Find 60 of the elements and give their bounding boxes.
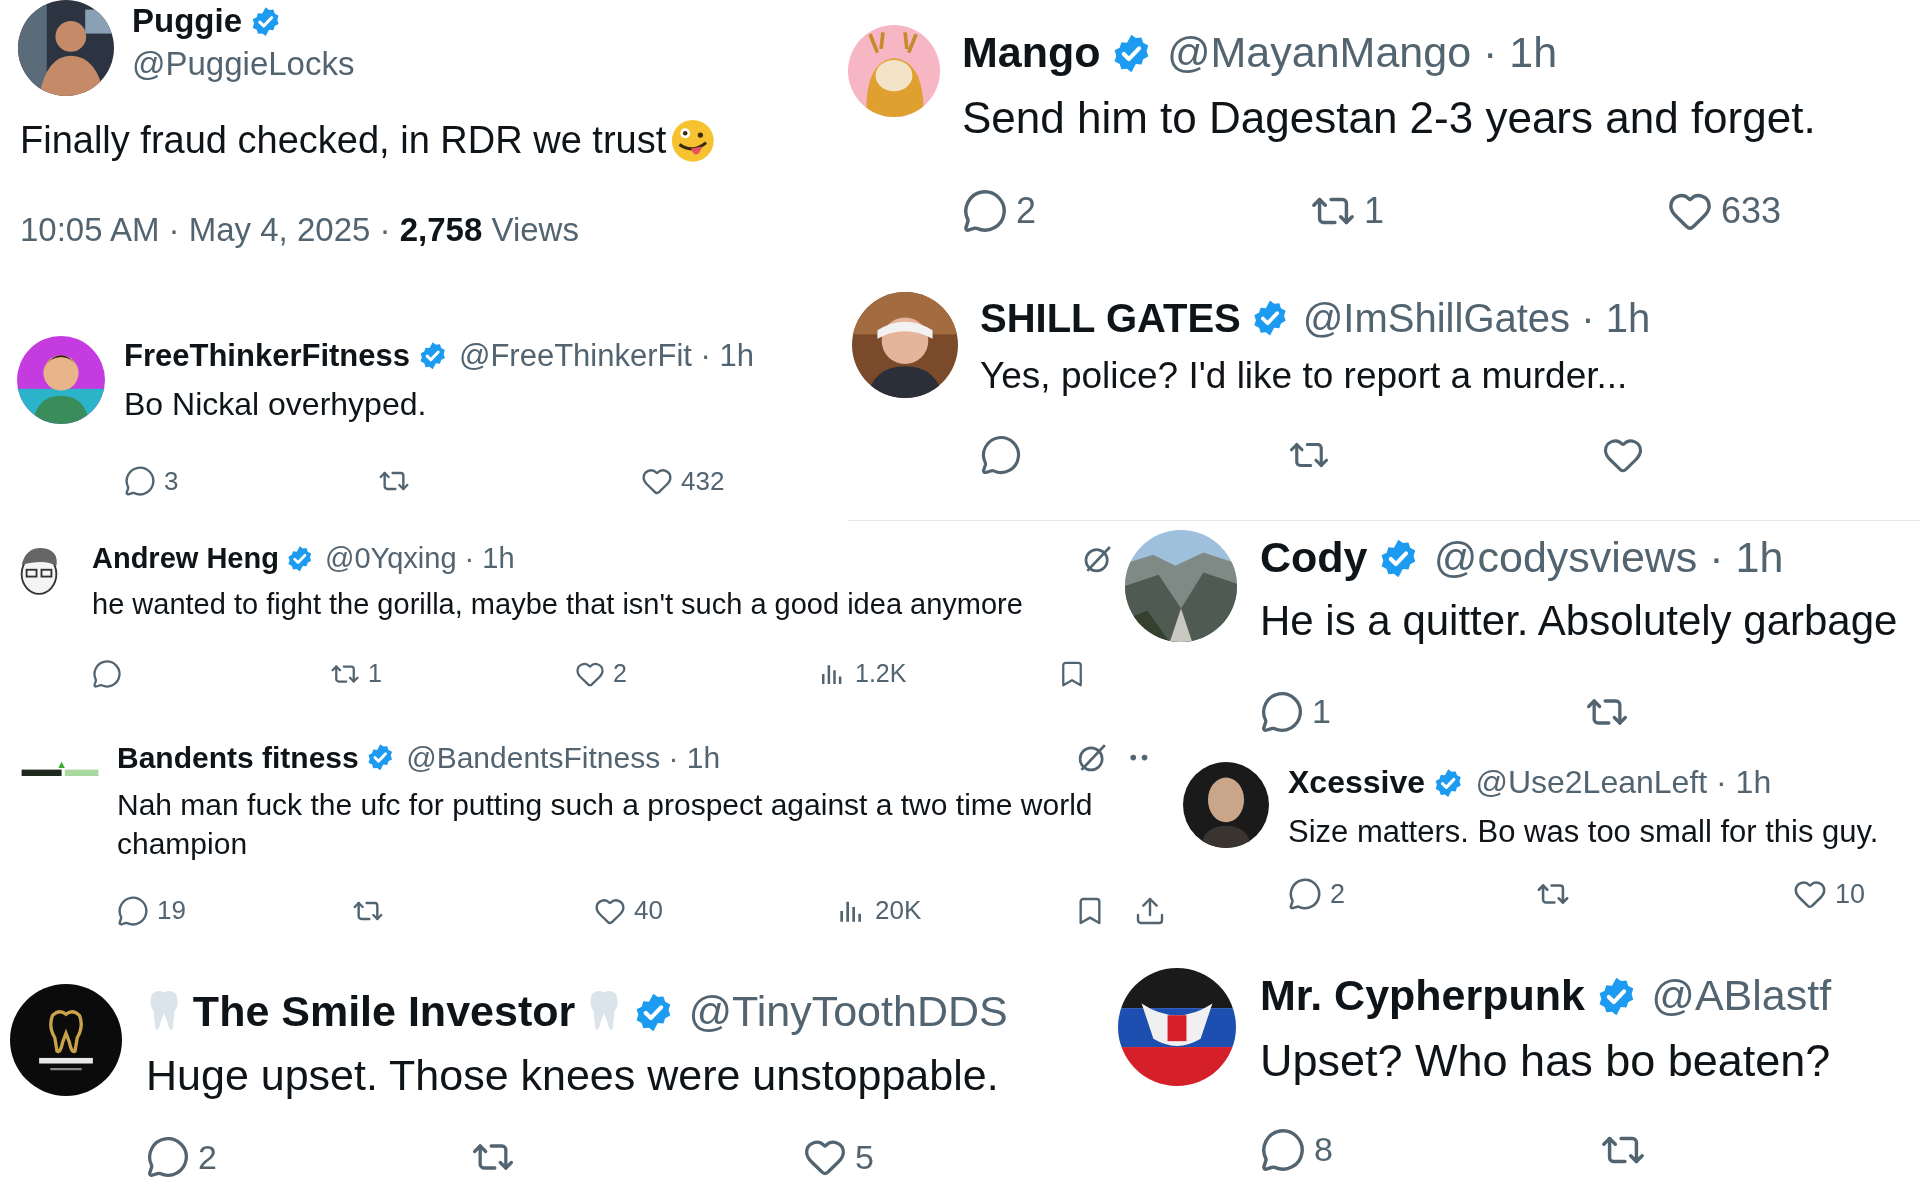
author-name[interactable]: Xcessive: [1288, 762, 1425, 804]
reply-button[interactable]: [980, 434, 1022, 477]
reply-button[interactable]: 3: [124, 461, 179, 501]
author-name[interactable]: Andrew Heng: [92, 540, 279, 578]
reply-button[interactable]: 8: [1260, 1124, 1333, 1176]
reply-icon: [980, 434, 1022, 477]
author-handle[interactable]: @BandentsFitness · 1h: [406, 738, 721, 777]
reply-button[interactable]: 1: [1260, 686, 1331, 738]
author-name[interactable]: The Smile Investor: [192, 984, 576, 1040]
views-button[interactable]: 20K: [835, 891, 922, 930]
author-handle[interactable]: @MayanMango · 1h: [1166, 25, 1558, 81]
like-button[interactable]: 40: [594, 891, 663, 930]
tweet-text: Bo Nickal overhyped.: [124, 385, 428, 425]
author-name[interactable]: Puggie: [132, 0, 242, 43]
reply-icon: [92, 659, 122, 690]
tweet-text: He is a quitter. Absolutely garbage: [1260, 595, 1899, 646]
views-button[interactable]: 1.2K: [817, 655, 907, 693]
author-name[interactable]: Bandents fitness: [117, 738, 359, 777]
tweet-text: Yes, police? I'd like to report a murder...: [980, 354, 1629, 398]
author-name[interactable]: Mango: [962, 25, 1101, 81]
author-name[interactable]: Mr. Cypherpunk: [1260, 968, 1585, 1024]
repost-button[interactable]: 1: [330, 655, 382, 693]
author-handle[interactable]: @ABlastf: [1651, 968, 1832, 1024]
author-handle[interactable]: @FreeThinkerFit · 1h: [458, 336, 754, 377]
like-button[interactable]: 2: [575, 655, 627, 693]
reply-button[interactable]: 19: [117, 891, 186, 930]
reply-icon: [962, 188, 1008, 235]
reply-button[interactable]: [92, 659, 122, 690]
reply-button[interactable]: 2: [962, 184, 1037, 239]
author-handle[interactable]: @ImShillGates · 1h: [1302, 292, 1651, 344]
author-handle[interactable]: @0Yqxing · 1h: [324, 540, 515, 578]
tweet-text: Size matters. Bo was too small for this guy.: [1288, 812, 1880, 851]
like-button[interactable]: 10: [1793, 873, 1866, 915]
tweet-text: Upset? Who has bo beaten?: [1260, 1033, 1832, 1088]
reply-icon: [117, 894, 149, 927]
reply-button[interactable]: 2: [1288, 873, 1346, 915]
tweet-text: Send him to Dagestan 2-3 years and forget.: [962, 91, 1817, 144]
reply-icon: [1260, 690, 1304, 734]
author-handle[interactable]: @PuggieLocks: [132, 42, 355, 86]
author-name[interactable]: SHILL GATES: [980, 292, 1241, 344]
tweet-text: Nah man fuck the ufc for putting such a prospect against a two time world champion: [117, 787, 1094, 862]
tweet-text: he wanted to fight the gorilla, maybe that isn't such a good idea anymore: [92, 586, 1024, 622]
author-name[interactable]: Cody: [1260, 530, 1368, 586]
author-name[interactable]: FreeThinkerFitness: [124, 336, 410, 377]
reply-icon: [1288, 877, 1322, 912]
logo-icon: [20, 760, 100, 778]
reply-button[interactable]: 2: [146, 1131, 217, 1183]
author-handle[interactable]: @TinyToothDDS: [688, 984, 1008, 1040]
author-handle[interactable]: @codysviews · 1h: [1433, 530, 1784, 586]
reply-icon: [146, 1135, 190, 1180]
timestamp-views: 10:05 AM · May 4, 2025 · 2,758 Views: [20, 211, 579, 248]
tweet-text: Finally fraud checked, in RDR we trust: [20, 118, 667, 163]
tweet-text: Huge upset. Those knees were unstoppable.: [146, 1049, 1000, 1101]
like-button[interactable]: 5: [803, 1131, 874, 1183]
reply-icon: [124, 465, 156, 498]
author-handle[interactable]: @Use2LeanLeft · 1h: [1475, 762, 1772, 804]
like-button[interactable]: 432: [641, 461, 725, 501]
like-button[interactable]: 633: [1667, 184, 1782, 239]
reply-icon: [1260, 1126, 1306, 1173]
repost-button[interactable]: 1: [1310, 184, 1385, 239]
